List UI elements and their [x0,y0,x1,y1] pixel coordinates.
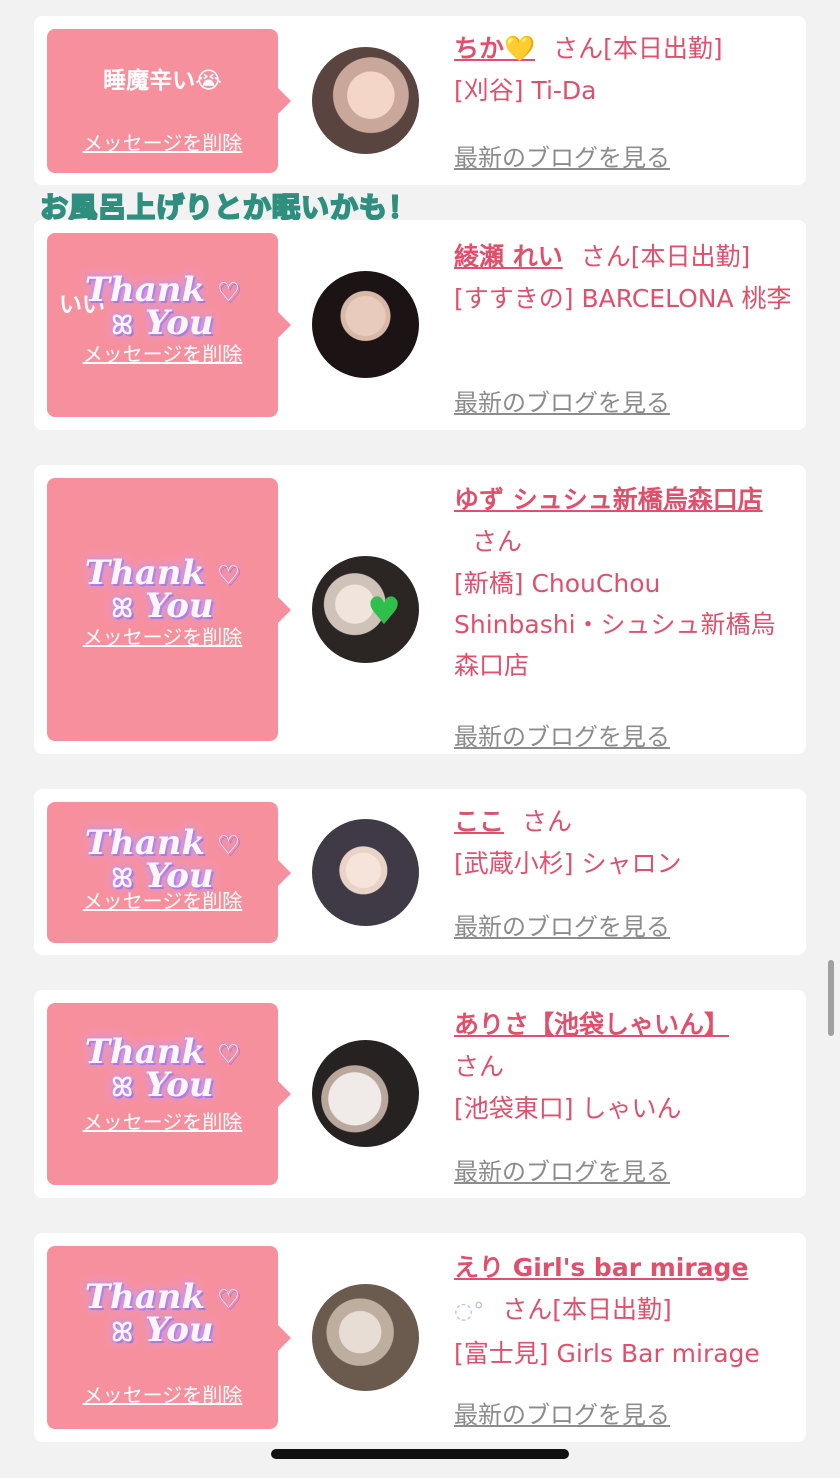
shop-label: [すすきの] BARCELONA 桃李 [454,284,792,313]
sticker-line-2: You [144,1065,214,1105]
message-text: いい [59,292,105,318]
honorific: さん[本日出勤] [553,34,723,63]
cast-info: ありさ【池袋しゃいん】 さん [池袋東口] しゃいん 最新のブログを見る [454,1004,799,1186]
shop-label: [武蔵小杉] シャロン [454,849,682,878]
sticker-line-1: Thank [84,823,206,863]
avatar[interactable] [312,1040,419,1147]
ribbon-icon: ꕤ [111,1073,134,1103]
bubbles-icon: ◌° [454,1299,485,1324]
cast-info: ゆず シュシュ新橋烏森口店さん [新橋] ChouChou Shinbashi・… [454,479,799,751]
name-line: ちか💛 さん[本日出勤] [454,28,799,70]
message-card: Thank ♡ ꕤ You メッセージを削除 えり Girl's bar mir… [34,1233,806,1442]
message-bubble: Thank ♡ ꕤ You メッセージを削除 [47,478,291,741]
cast-name-link[interactable]: ゆず シュシュ新橋烏森口店 [454,485,763,514]
honorific: さん [472,527,523,556]
message-card: Thank ♡ ꕤ You メッセージを削除 ありさ【池袋しゃいん】 さん [池袋… [34,990,806,1198]
thank-you-sticker: Thank ♡ ꕤ You [47,1035,278,1105]
scrollbar[interactable] [828,960,834,1036]
message-bubble: Thank ♡ ꕤ You メッセージを削除 [47,1003,291,1185]
cast-name-link[interactable]: えり Girl's bar mirage [454,1253,748,1282]
name-line: ここ さん [454,801,799,843]
shop-label: [池袋東口] しゃいん [454,1094,682,1123]
message-card: 睡魔辛い😭 メッセージを削除 ちか💛 さん[本日出勤] [刈谷] Ti-Da 最新… [34,16,806,185]
cast-name-link[interactable]: ちか💛 [454,34,535,63]
home-indicator[interactable] [271,1449,569,1459]
thank-you-sticker: Thank ♡ ꕤ You [47,556,278,626]
shop-label: [富士見] Girls Bar mirage [454,1339,760,1368]
shop-label: [刈谷] Ti-Da [454,76,597,105]
cast-name-link[interactable]: ここ [454,807,504,836]
heart-icon: ♡ [216,1285,241,1315]
delete-message-link[interactable]: メッセージを削除 [47,1106,278,1135]
heart-icon: ♡ [216,831,241,861]
latest-blog-link[interactable]: 最新のブログを見る [454,717,670,752]
avatar[interactable]: ♥ [312,556,419,663]
latest-blog-link[interactable]: 最新のブログを見る [454,138,670,173]
delete-message-link[interactable]: メッセージを削除 [47,621,278,650]
sticker-line-1: Thank [84,1277,206,1317]
ribbon-icon: ꕤ [111,1318,134,1348]
shop-label: [新橋] ChouChou Shinbashi・シュシュ新橋烏森口店 [454,569,776,680]
avatar[interactable] [312,1284,419,1391]
thank-you-sticker: Thank ♡ ꕤ You [47,1280,278,1350]
latest-blog-link[interactable]: 最新のブログを見る [454,1395,670,1430]
message-card: いい Thank ♡ ꕤ You メッセージを削除 綾瀬 れい さん[本日出勤] … [34,220,806,430]
message-card: Thank ♡ ꕤ You メッセージを削除 ♥ ゆず シュシュ新橋烏森口店さん… [34,465,806,754]
latest-blog-link[interactable]: 最新のブログを見る [454,383,670,418]
message-bubble: いい Thank ♡ ꕤ You メッセージを削除 [47,233,291,417]
message-bubble: 睡魔辛い😭 メッセージを削除 [47,29,291,173]
sticker-line-2: You [144,1310,214,1350]
cast-info: ここ さん [武蔵小杉] シャロン 最新のブログを見る [454,801,799,941]
name-line: ありさ【池袋しゃいん】 さん [454,1004,799,1088]
honorific: さん [522,807,573,836]
cast-name-link[interactable]: ありさ【池袋しゃいん】 [454,1010,729,1039]
heart-icon: ♡ [216,1040,241,1070]
message-bubble: Thank ♡ ꕤ You メッセージを削除 [47,1246,291,1429]
sticker-line-2: You [144,586,214,626]
avatar[interactable] [312,47,419,154]
delete-message-link[interactable]: メッセージを削除 [47,338,278,367]
cast-info: ちか💛 さん[本日出勤] [刈谷] Ti-Da 最新のブログを見る [454,28,799,172]
message-text: 睡魔辛い😭 [103,68,222,94]
green-heart-icon: ♥ [367,589,402,633]
latest-blog-link[interactable]: 最新のブログを見る [454,1152,670,1187]
delete-message-link[interactable]: メッセージを削除 [47,1379,278,1408]
delete-message-link[interactable]: メッセージを削除 [47,127,278,156]
cast-name-link[interactable]: 綾瀬 れい [454,242,563,271]
avatar[interactable] [312,819,419,926]
delete-message-link[interactable]: メッセージを削除 [47,885,278,914]
avatar[interactable] [312,271,419,378]
name-line: 綾瀬 れい さん[本日出勤] [454,236,799,278]
cast-info: 綾瀬 れい さん[本日出勤] [すすきの] BARCELONA 桃李 最新のブログ… [454,236,799,417]
honorific: さん[本日出勤] [502,1295,672,1324]
ribbon-icon: ꕤ [111,594,134,624]
message-bubble: Thank ♡ ꕤ You メッセージを削除 [47,802,291,943]
cast-info: えり Girl's bar mirage ◌° さん[本日出勤] [富士見] Gir… [454,1247,799,1429]
message-card: Thank ♡ ꕤ You メッセージを削除 ここ さん [武蔵小杉] シャロン … [34,789,806,955]
heart-icon: ♡ [216,561,241,591]
sticker-line-1: Thank [84,1032,206,1072]
latest-blog-link[interactable]: 最新のブログを見る [454,907,670,942]
name-line: ゆず シュシュ新橋烏森口店さん [454,479,799,563]
sticker-line-1: Thank [84,553,206,593]
name-line: えり Girl's bar mirage ◌° さん[本日出勤] [454,1247,799,1333]
honorific: さん[本日出勤] [580,242,751,271]
honorific: さん [454,1052,505,1081]
